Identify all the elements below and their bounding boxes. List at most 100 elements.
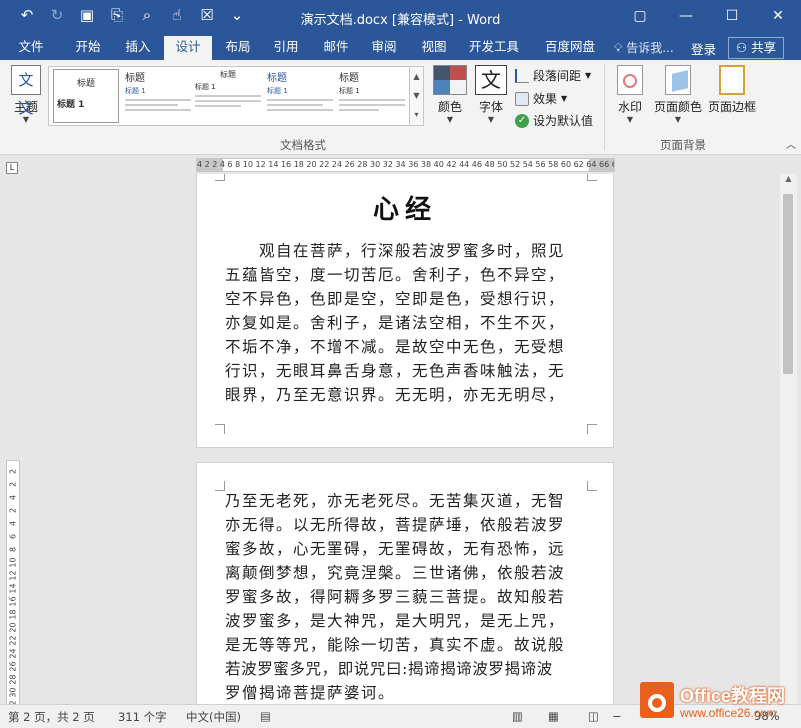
effects-icon: [515, 91, 529, 106]
colors-button[interactable]: 颜色 ▼: [430, 65, 470, 124]
colors-label: 颜色: [437, 100, 462, 114]
text-line: 不垢不净，不增不减。是故空中无色，无受想: [225, 338, 566, 356]
horizontal-ruler[interactable]: 4 2 2 4 6 8 10 12 14 16 18 20 22 24 26 2…: [196, 158, 615, 172]
style-set-item[interactable]: 标题 标题 1: [267, 69, 333, 123]
vertical-scrollbar[interactable]: ▲: [780, 174, 797, 704]
document-title: 心经: [372, 195, 437, 225]
fonts-icon: 文: [475, 65, 507, 95]
tell-me-search[interactable]: 💡︎ 告诉我...: [614, 39, 674, 56]
chevron-up-icon[interactable]: ▲: [410, 67, 423, 86]
style-set-item[interactable]: 标题 标题 1: [339, 69, 405, 123]
themes-button[interactable]: 文文 主题 ▼: [8, 65, 44, 124]
tab-developer[interactable]: 开发工具: [460, 36, 528, 60]
ruler-number: 14: [8, 583, 18, 594]
site-watermark-logo: Office教程网 www.office26.com: [640, 678, 801, 728]
tab-references[interactable]: 引用: [262, 36, 310, 60]
effects-button[interactable]: 效果 ▼: [515, 90, 567, 107]
text-line: 离颠倒梦想，究竟涅槃。三世诸佛，依般若波: [225, 564, 566, 582]
watermark-label: 水印: [617, 100, 642, 114]
ruler-number: 20: [8, 622, 18, 633]
gallery-more-icon[interactable]: ▾: [410, 105, 423, 124]
scroll-up-icon[interactable]: ▲: [780, 174, 797, 183]
web-layout-icon[interactable]: ◫: [588, 709, 599, 723]
style-set-item[interactable]: 标题 标题 1: [53, 69, 119, 123]
zoom-out-icon[interactable]: −: [612, 709, 622, 723]
text-line: 亦复如是。舍利子，是诸法空相，不生不灭，: [225, 314, 566, 332]
share-button[interactable]: ⚇ 共享: [728, 37, 784, 59]
language[interactable]: 中文(中国): [186, 709, 241, 725]
ruler-number: 16: [8, 596, 18, 607]
vertical-ruler[interactable]: 2242468101214161820222426283032: [6, 460, 20, 711]
fonts-dropdown-icon: ▼: [487, 115, 495, 124]
tab-baidu-netdisk[interactable]: 百度网盘: [536, 36, 604, 60]
page-2[interactable]: 乃至无老死，亦无老死尽。无苦集灭道，无智 亦无得。以无所得故，菩提萨埵，依般若波…: [196, 462, 614, 704]
style-set-item[interactable]: 标题 标题 1: [195, 69, 261, 123]
tab-layout[interactable]: 布局: [214, 36, 262, 60]
page-borders-button[interactable]: 页面边框: [706, 65, 758, 115]
ruler-ticks: 4 2 2 4 6 8 10 12 14 16 18 20 22 24 26 2…: [197, 160, 615, 169]
page-borders-icon: [719, 65, 745, 95]
tab-design[interactable]: 设计: [164, 36, 212, 60]
macro-record-icon[interactable]: ▤: [260, 709, 271, 723]
ribbon-design: 文文 主题 ▼ 标题 标题 1 标题 标题 1 标题 标题 1 标题 标题 1 …: [0, 60, 801, 155]
read-mode-icon[interactable]: ▥: [512, 709, 523, 723]
watermark-dropdown-icon: ▼: [626, 115, 634, 124]
ruler-number: 12: [8, 570, 18, 581]
watermark-button[interactable]: 水印 ▼: [612, 65, 648, 124]
gallery-scrollbar[interactable]: ▲ ▼ ▾: [410, 66, 424, 126]
tab-view[interactable]: 视图: [410, 36, 458, 60]
page-1[interactable]: 心经 观自在菩萨，行深般若波罗蜜多时，照见 五蕴皆空，度一切苦厄。舍利子，色不异…: [196, 174, 614, 448]
themes-icon: 文文: [11, 65, 41, 117]
ribbon-display-options-icon[interactable]: ▢: [617, 0, 663, 32]
crop-mark: [587, 424, 597, 434]
minimize-button[interactable]: —: [663, 0, 709, 32]
colors-icon: [433, 65, 467, 95]
ruler-number: 2: [8, 481, 18, 488]
fonts-label: 字体: [478, 100, 503, 114]
ruler-number: 30: [8, 687, 18, 698]
tab-selector[interactable]: L: [6, 162, 18, 174]
text-line: 是无等等咒，能除一切苦，真实不虚。故说般: [225, 636, 566, 654]
tab-insert[interactable]: 插入: [114, 36, 162, 60]
chevron-down-icon: ▼: [561, 94, 568, 103]
scroll-thumb[interactable]: [783, 194, 793, 374]
ruler-number: 26: [8, 661, 18, 672]
text-line: 观自在菩萨，行深般若波罗蜜多时，照见: [225, 242, 566, 260]
page2-body: 乃至无老死，亦无老死尽。无苦集灭道，无智 亦无得。以无所得故，菩提萨埵，依般若波…: [225, 489, 589, 704]
paragraph-spacing-button[interactable]: 段落间距 ▼: [515, 67, 591, 84]
text-line: 亦无得。以无所得故，菩提萨埵，依般若波罗: [225, 516, 566, 534]
chevron-down-icon[interactable]: ▼: [410, 86, 423, 105]
office-logo-icon: [640, 682, 674, 718]
ruler-number: 4: [8, 520, 18, 527]
print-layout-icon[interactable]: ▦: [548, 709, 559, 723]
text-line: 蜜多故，心无罣碍，无罣碍故，无有恐怖，远: [225, 540, 566, 558]
tab-review[interactable]: 审阅: [360, 36, 408, 60]
ruler-number: 2: [8, 468, 18, 475]
page-color-button[interactable]: 页面颜色 ▼: [652, 65, 704, 124]
close-button[interactable]: ✕: [755, 0, 801, 32]
page-count[interactable]: 第 2 页，共 2 页: [8, 709, 95, 725]
set-as-default-button[interactable]: ✓ 设为默认值: [515, 112, 593, 129]
window-controls: ▢ — ☐ ✕: [617, 0, 801, 32]
text-line: 波罗蜜多，是大神咒，是大明咒，是无上咒，: [225, 612, 566, 630]
document-canvas[interactable]: 心经 观自在菩萨，行深般若波罗蜜多时，照见 五蕴皆空，度一切苦厄。舍利子，色不异…: [20, 174, 780, 704]
crop-mark: [587, 174, 597, 181]
crop-mark: [215, 481, 225, 491]
maximize-button[interactable]: ☐: [709, 0, 755, 32]
collapse-ribbon-icon[interactable]: ︿: [786, 136, 796, 151]
style-set-item[interactable]: 标题 标题 1: [125, 69, 191, 123]
page-color-label: 页面颜色: [653, 100, 702, 114]
text-line: 眼界，乃至无意识界。无无明，亦无无明尽，: [225, 386, 566, 404]
crop-mark: [215, 174, 225, 181]
tab-home[interactable]: 开始: [64, 36, 112, 60]
ruler-number: 2: [8, 507, 18, 514]
tab-file[interactable]: 文件: [8, 36, 54, 60]
page-color-dropdown-icon: ▼: [674, 115, 682, 124]
title-bar: ↶ ↻ ▣ ⎘ ⌕ ☝ ☒ ⌄ 演示文档.docx [兼容模式] - Word ▢ — ☐ ✕: [0, 0, 801, 36]
word-count[interactable]: 311 个字: [118, 709, 167, 725]
fonts-button[interactable]: 文 字体 ▼: [472, 65, 510, 124]
ruler-number: 22: [8, 635, 18, 646]
login-link[interactable]: 登录: [691, 39, 716, 58]
tab-mailings[interactable]: 邮件: [312, 36, 360, 60]
logo-text: Office教程网: [680, 686, 786, 706]
